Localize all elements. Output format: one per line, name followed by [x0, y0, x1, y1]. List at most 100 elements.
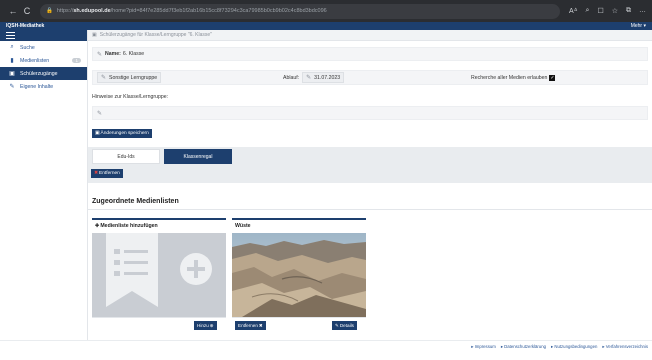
edit-icon: ✎: [101, 75, 107, 81]
research-option: Recherche aller Medien erlauben ✓: [471, 74, 556, 81]
sidebar-item-schuelerzugaenge[interactable]: ▣ Schülerzugänge: [0, 67, 87, 80]
list-placeholder-image: [92, 233, 226, 317]
sidebar-item-label: Suche: [20, 44, 35, 51]
sidebar-item-label: Medienlisten: [20, 57, 50, 64]
footer-link-impressum[interactable]: ▸ Impressum: [471, 344, 496, 350]
sidebar-item-label: Schülerzugänge: [20, 70, 58, 77]
sidebar-item-label: Eigene Inhalte: [20, 83, 54, 90]
add-list-tile: ✚ Medienliste hinzufügen Hinzu ⊕: [92, 218, 226, 360]
tile-title: Wüste: [235, 222, 251, 229]
sidebar-item-suche[interactable]: ⌕ Suche: [0, 41, 87, 54]
media-list-tile-wueste: Wüste Entfernen ✖ ✎ Details: [232, 218, 366, 360]
app-header: IQSH-Mediathek Mehr ▾: [0, 22, 652, 30]
hints-label: Hinweise zur Klasse/Lerngruppe:: [92, 94, 169, 100]
tab-edu-ids[interactable]: Edu-Ids: [92, 149, 160, 164]
user-icon: ▾: [643, 23, 646, 29]
name-label: Name:: [105, 51, 121, 57]
add-label: Hinzu: [197, 323, 209, 328]
tab-bar: Edu-Ids Klassenregal: [88, 147, 652, 167]
breadcrumb-text: Schülerzugänge für Klasse/Lerngruppe "6.…: [99, 32, 212, 38]
save-icon: ▣: [95, 131, 100, 136]
more-menu[interactable]: Mehr ▾: [631, 23, 646, 29]
tile-header: Wüste: [232, 220, 366, 231]
tab-label: Edu-Ids: [117, 153, 135, 160]
footer-link-verfahrensverzeichnis[interactable]: ▸ Verfahrens­verzeichnis: [602, 344, 648, 350]
hamburger-icon: [6, 32, 15, 39]
more-icon[interactable]: …: [639, 7, 646, 15]
tile-footer: Entfernen ✖ ✎ Details: [232, 317, 366, 332]
settings-row: ✎ Sonstige Lerngruppe Ablauf: ✎ 31.07.20…: [92, 70, 648, 85]
desert-photo: [232, 233, 366, 317]
remove-icon: ✖: [94, 171, 99, 176]
plus-circle-icon: ⊕: [209, 322, 214, 328]
more-menu-label: Mehr: [630, 23, 643, 29]
expiry-label: Ablauf:: [283, 74, 300, 81]
url-domain: sh.edupool.de: [73, 8, 111, 14]
remove-label: Entfernen: [99, 171, 120, 176]
add-list-button[interactable]: Hinzu ⊕: [194, 321, 217, 330]
tab-panel: ✖ Entfernen: [88, 167, 652, 183]
browser-actions: Aᐞ ⌕ ☐ ☆ ⧉ …: [569, 7, 646, 15]
edit-icon: ✎: [335, 322, 339, 328]
expiry-chip[interactable]: ✎ 31.07.2023: [302, 72, 345, 83]
split-view-icon[interactable]: ☐: [597, 7, 603, 15]
tile-footer: Hinzu ⊕: [92, 317, 226, 332]
footer-link-label: Impressum: [474, 343, 496, 349]
group-type-chip[interactable]: ✎ Sonstige Lerngruppe: [97, 72, 162, 83]
collections-icon[interactable]: ⧉: [626, 7, 631, 15]
edit-icon: ✎: [9, 84, 15, 90]
menu-toggle-button[interactable]: [0, 30, 87, 41]
edit-icon[interactable]: ✎: [97, 51, 105, 58]
sidebar-item-eigene-inhalte[interactable]: ✎ Eigene Inhalte: [0, 80, 87, 93]
section-divider: [88, 209, 652, 210]
footer-link-label: Verfahrens­verzeichnis: [605, 343, 648, 349]
sidebar: ⌕ Suche ▮ Medienlisten 1 ▣ Schülerzugäng…: [0, 30, 88, 340]
details-label: Details: [339, 323, 354, 328]
back-icon[interactable]: ←: [6, 6, 20, 16]
footer-link-datenschutz[interactable]: ▸ Datenschutzerklärung: [501, 344, 546, 350]
footer-link-label: Datenschutzerklärung: [504, 343, 546, 349]
reload-icon[interactable]: C: [20, 6, 34, 16]
edit-icon: ✎: [306, 75, 312, 81]
tile-title: Medienliste hinzufügen: [100, 222, 158, 229]
remove-button[interactable]: ✖ Entfernen: [91, 169, 123, 178]
lock-icon: 🔒: [46, 8, 53, 14]
students-icon: ▣: [9, 71, 15, 77]
hints-field[interactable]: ✎: [92, 106, 648, 120]
remove-list-button[interactable]: Entfernen ✖: [235, 321, 266, 330]
section-title: Zugeordnete Medienlisten: [92, 198, 179, 205]
remove-label: Entfernen: [238, 323, 258, 328]
expiry-field: Ablauf: ✎ 31.07.2023: [283, 72, 345, 83]
favorite-icon[interactable]: ☆: [612, 7, 618, 15]
group-type-value: Sonstige Lerngruppe: [109, 74, 158, 81]
footer-link-nutzungsbedingungen[interactable]: ▸ Nutzungsbedingungen: [551, 344, 597, 350]
breadcrumb: ▣ Schülerzugänge für Klasse/Lerngruppe "…: [88, 30, 652, 41]
app-brand[interactable]: IQSH-Mediathek: [6, 23, 44, 29]
research-checkbox[interactable]: ✓: [549, 74, 556, 81]
close-icon: ✖: [258, 322, 263, 328]
name-row: ✎ Name: 6. Klasse: [92, 47, 648, 61]
footer-link-label: Nutzungsbedingungen: [554, 343, 598, 349]
save-changes-button[interactable]: ▣ Änderungen speichern: [92, 129, 152, 138]
tab-klassenregal[interactable]: Klassenregal: [164, 149, 232, 164]
name-value: 6. Klasse: [122, 51, 145, 57]
tab-label: Klassenregal: [183, 153, 213, 160]
students-icon: ▣: [92, 32, 97, 38]
zoom-icon[interactable]: ⌕: [586, 7, 590, 15]
edit-icon: ✎: [97, 110, 103, 117]
search-icon: ⌕: [10, 44, 14, 50]
url-prefix: https://: [56, 8, 74, 14]
bookmark-icon: ▮: [10, 58, 14, 64]
plus-icon: ✚: [95, 222, 100, 229]
save-label: Änderungen speichern: [100, 131, 149, 136]
research-label: Recherche aller Medien erlauben: [471, 74, 548, 81]
tile-header: ✚ Medienliste hinzufügen: [92, 220, 226, 231]
main-content: ▣ Schülerzugänge für Klasse/Lerngruppe "…: [88, 30, 652, 360]
sidebar-item-medienlisten[interactable]: ▮ Medienlisten 1: [0, 54, 87, 67]
address-bar[interactable]: 🔒 https:// sh.edupool.de /home?pid=84f7e…: [40, 3, 560, 19]
browser-toolbar: ← C 🔒 https:// sh.edupool.de /home?pid=8…: [0, 0, 652, 22]
read-aloud-icon[interactable]: Aᐞ: [569, 7, 577, 15]
details-button[interactable]: ✎ Details: [332, 321, 357, 330]
count-badge: 1: [72, 58, 81, 63]
expiry-value: 31.07.2023: [314, 74, 341, 81]
